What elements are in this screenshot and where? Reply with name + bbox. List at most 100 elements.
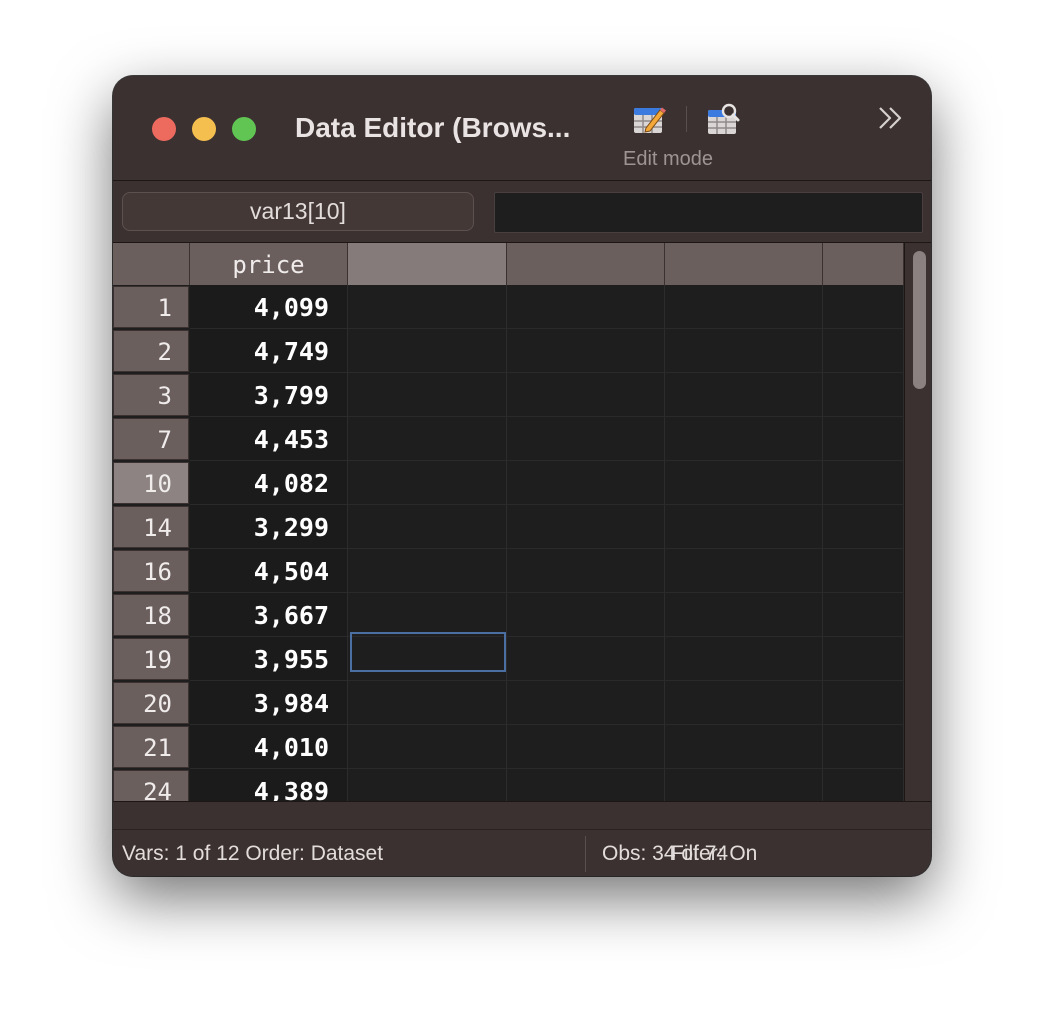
price-cell[interactable]: 3,799 (190, 373, 348, 417)
horizontal-scrollbar[interactable] (113, 801, 931, 829)
toolbar-separator (686, 106, 687, 132)
empty-cell[interactable] (348, 681, 507, 725)
minimize-button[interactable] (192, 117, 216, 141)
price-cell[interactable]: 3,955 (190, 637, 348, 681)
empty-cell[interactable] (507, 505, 665, 549)
empty-cell[interactable] (507, 681, 665, 725)
empty-cell[interactable] (665, 373, 823, 417)
row-number[interactable]: 20 (113, 682, 189, 724)
data-grid: price 1 4,099 2 4,749 3 3,799 7 4,453 10 4,082 14 3… (113, 243, 904, 801)
empty-cell[interactable] (348, 373, 507, 417)
row-number[interactable]: 3 (113, 374, 189, 416)
empty-cell[interactable] (665, 549, 823, 593)
price-cell[interactable]: 4,099 (190, 285, 348, 329)
selected-cell[interactable] (350, 632, 506, 672)
cell-name-field[interactable]: var13[10] (122, 192, 474, 231)
table-row: 14 3,299 (113, 505, 904, 549)
empty-cell[interactable] (348, 593, 507, 637)
row-number[interactable]: 2 (113, 330, 189, 372)
price-cell[interactable]: 4,749 (190, 329, 348, 373)
empty-cell[interactable] (665, 593, 823, 637)
close-button[interactable] (152, 117, 176, 141)
empty-cell[interactable] (507, 549, 665, 593)
empty-cell[interactable] (348, 285, 507, 329)
row-number[interactable]: 16 (113, 550, 189, 592)
row-number[interactable]: 19 (113, 638, 189, 680)
zoom-button[interactable] (232, 117, 256, 141)
empty-cell[interactable] (823, 505, 904, 549)
empty-cell[interactable] (823, 549, 904, 593)
row-number[interactable]: 21 (113, 726, 189, 768)
empty-cell[interactable] (348, 461, 507, 505)
cell-value-field[interactable] (494, 192, 923, 233)
empty-cell[interactable] (823, 725, 904, 769)
price-cell[interactable]: 3,299 (190, 505, 348, 549)
empty-cell[interactable] (823, 681, 904, 725)
empty-cell[interactable] (507, 769, 665, 801)
table-row: 10 4,082 (113, 461, 904, 505)
table-row: 7 4,453 (113, 417, 904, 461)
empty-cell[interactable] (665, 329, 823, 373)
empty-cell[interactable] (348, 417, 507, 461)
table-row: 24 4,389 (113, 769, 904, 801)
browse-mode-button[interactable] (706, 102, 740, 136)
vertical-scroll-thumb[interactable] (913, 251, 926, 389)
row-number[interactable]: 10 (113, 462, 189, 504)
row-number[interactable]: 1 (113, 286, 189, 328)
empty-cell[interactable] (507, 637, 665, 681)
table-row: 20 3,984 (113, 681, 904, 725)
price-cell[interactable]: 3,667 (190, 593, 348, 637)
price-cell[interactable]: 4,453 (190, 417, 348, 461)
empty-cell[interactable] (507, 725, 665, 769)
empty-cell[interactable] (507, 417, 665, 461)
empty-cell[interactable] (823, 461, 904, 505)
empty-cell[interactable] (665, 285, 823, 329)
price-cell[interactable]: 4,504 (190, 549, 348, 593)
empty-cell[interactable] (507, 593, 665, 637)
empty-cell[interactable] (665, 681, 823, 725)
column-header-empty[interactable] (665, 243, 823, 285)
empty-cell[interactable] (823, 593, 904, 637)
empty-cell[interactable] (665, 637, 823, 681)
empty-cell[interactable] (507, 461, 665, 505)
row-header-corner[interactable] (113, 243, 190, 285)
empty-cell[interactable] (348, 549, 507, 593)
row-number[interactable]: 7 (113, 418, 189, 460)
empty-cell[interactable] (665, 461, 823, 505)
price-cell[interactable]: 4,010 (190, 725, 348, 769)
price-cell[interactable]: 3,984 (190, 681, 348, 725)
empty-cell[interactable] (823, 417, 904, 461)
price-cell[interactable]: 4,389 (190, 769, 348, 801)
empty-cell[interactable] (665, 725, 823, 769)
column-header-empty[interactable] (507, 243, 665, 285)
empty-cell[interactable] (348, 769, 507, 801)
vars-order-status: Vars: 1 of 12 Order: Dataset (122, 842, 384, 865)
column-header-empty[interactable] (823, 243, 904, 285)
empty-cell[interactable] (507, 373, 665, 417)
column-header-empty[interactable] (348, 243, 507, 285)
empty-cell[interactable] (665, 417, 823, 461)
empty-cell[interactable] (823, 285, 904, 329)
toolbar-overflow-button[interactable] (876, 100, 906, 136)
row-number[interactable]: 24 (113, 770, 189, 801)
row-number[interactable]: 18 (113, 594, 189, 636)
empty-cell[interactable] (665, 505, 823, 549)
row-number[interactable]: 14 (113, 506, 189, 548)
double-chevron-right-icon (879, 107, 902, 129)
empty-cell[interactable] (348, 329, 507, 373)
column-header-price[interactable]: price (190, 243, 348, 285)
empty-cell[interactable] (507, 285, 665, 329)
price-cell[interactable]: 4,082 (190, 461, 348, 505)
empty-cell[interactable] (348, 505, 507, 549)
empty-cell[interactable] (823, 769, 904, 801)
edit-mode-button[interactable] (632, 102, 666, 136)
empty-cell[interactable] (665, 769, 823, 801)
vertical-scrollbar[interactable] (904, 243, 931, 801)
empty-cell[interactable] (823, 373, 904, 417)
table-row: 2 4,749 (113, 329, 904, 373)
table-row: 19 3,955 (113, 637, 904, 681)
empty-cell[interactable] (507, 329, 665, 373)
empty-cell[interactable] (348, 725, 507, 769)
empty-cell[interactable] (823, 329, 904, 373)
empty-cell[interactable] (823, 637, 904, 681)
